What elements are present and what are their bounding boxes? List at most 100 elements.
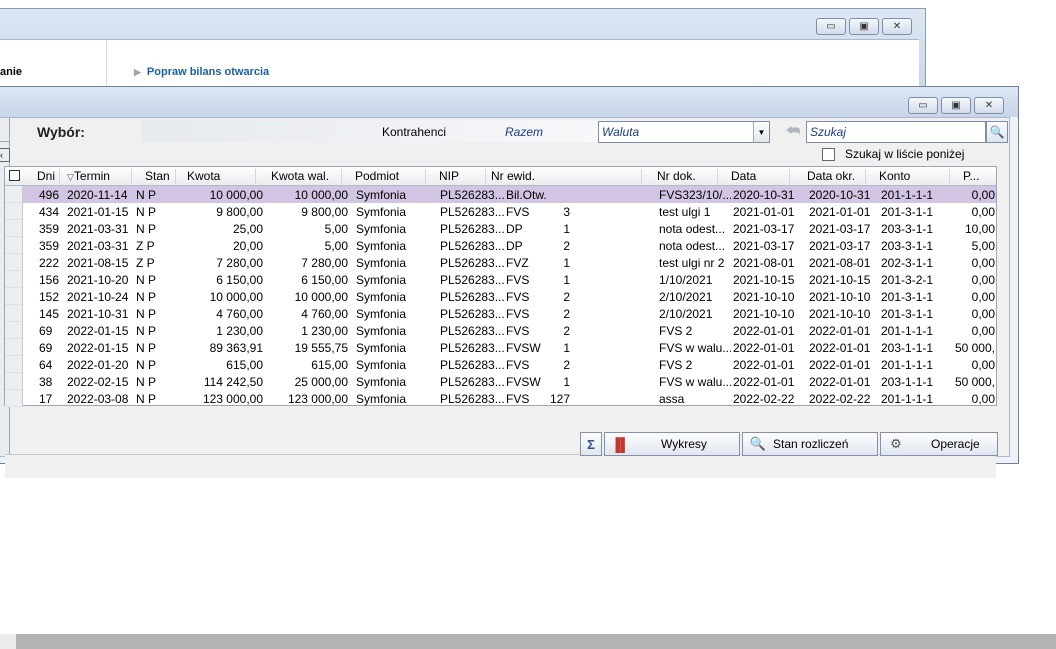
row-selector[interactable] — [5, 237, 23, 254]
popraw-bilans-link[interactable]: ▶ Popraw bilans otwarcia — [134, 66, 269, 78]
row-selector[interactable] — [5, 203, 23, 220]
col-dni[interactable]: Dni — [37, 169, 55, 183]
cell-stan: N P — [136, 188, 157, 202]
col-kwota-wal[interactable]: Kwota wal. — [271, 169, 329, 183]
horizontal-scrollbar[interactable] — [0, 634, 1056, 649]
cell-data: 2021-03-17 — [733, 239, 795, 253]
close-icon[interactable]: ✕ — [882, 18, 912, 35]
row-selector[interactable] — [5, 390, 23, 407]
cell-stan: N P — [136, 392, 157, 406]
table-row[interactable]: 434 2021-01-15 N P 9 800,00 9 800,00 Symfonia… — [5, 203, 996, 220]
table-row[interactable]: 156 2021-10-20 N P 6 150,00 6 150,00 Symfonia… — [5, 271, 996, 288]
cell-termin: 2022-01-15 — [67, 324, 129, 338]
col-termin[interactable]: ▽Termin — [67, 169, 110, 183]
cell-ewid-nr: 127 — [549, 392, 570, 406]
col-nr-dok[interactable]: Nr dok. — [657, 169, 696, 183]
row-selector[interactable] — [5, 220, 23, 237]
cell-nip: PL526283... — [440, 256, 505, 270]
razem-label[interactable]: Razem — [505, 125, 543, 139]
row-selector[interactable] — [5, 356, 23, 373]
table-row[interactable]: 69 2022-01-15 N P 1 230,00 1 230,00 Symfonia P… — [5, 322, 996, 339]
cell-nr-dok: FVS 2 — [659, 324, 693, 338]
cell-data-okr: 2022-01-01 — [809, 341, 871, 355]
cell-data: 2022-01-01 — [733, 375, 795, 389]
cell-dni: 145 — [39, 307, 60, 321]
col-nr-ewid[interactable]: Nr ewid. — [491, 169, 535, 183]
col-data-okr[interactable]: Data okr. — [807, 169, 855, 183]
cell-termin: 2021-10-20 — [67, 273, 129, 287]
cell-stan: Z P — [136, 256, 155, 270]
table-row[interactable]: 359 2021-03-31 Z P 20,00 5,00 Symfonia PL52628… — [5, 237, 996, 254]
cell-nr-dok: FVS w walu... — [659, 341, 731, 355]
row-selector[interactable] — [5, 271, 23, 288]
table-row[interactable]: 222 2021-08-15 Z P 7 280,00 7 280,00 Symfonia… — [5, 254, 996, 271]
sum-button[interactable]: Σ — [580, 432, 602, 456]
cell-konto: 201-3-1-1 — [881, 290, 934, 304]
col-podmiot[interactable]: Podmiot — [355, 169, 399, 183]
cell-data-okr: 2021-10-10 — [809, 307, 871, 321]
wybor-label: Wybór: — [37, 124, 85, 140]
row-selector[interactable] — [5, 254, 23, 271]
table-row[interactable]: 38 2022-02-15 N P 114 242,50 25 000,00 Symfon… — [5, 373, 996, 390]
kontrahenci-label[interactable]: Kontrahenci — [382, 125, 446, 139]
cell-p: 0,00 — [971, 256, 995, 270]
cell-ewid-nr: 1 — [563, 273, 570, 287]
search-in-list-option[interactable]: Szukaj w liście poniżej — [822, 147, 964, 161]
maximize-icon[interactable]: ▣ — [941, 97, 971, 114]
table-row[interactable]: 64 2022-01-20 N P 615,00 615,00 Symfonia PL526… — [5, 356, 996, 373]
cell-ewid-nr: 1 — [563, 222, 570, 236]
col-stan[interactable]: Stan — [145, 169, 170, 183]
cell-podmiot: Symfonia — [356, 222, 407, 236]
wykresy-button[interactable]: ▐▌ Wykresy — [604, 432, 740, 456]
cell-stan: N P — [136, 307, 157, 321]
waluta-select[interactable]: Waluta ▼ — [598, 121, 770, 143]
col-konto[interactable]: Konto — [879, 169, 910, 183]
cell-data: 2022-02-22 — [733, 392, 795, 406]
back-arrow-icon[interactable]: ⮪ — [782, 121, 804, 143]
table-row[interactable]: 17 2022-03-08 N P 123 000,00 123 000,00 Symfo… — [5, 390, 996, 407]
table-row[interactable]: 152 2021-10-24 N P 10 000,00 10 000,00 Symfon… — [5, 288, 996, 305]
col-data[interactable]: Data — [731, 169, 756, 183]
col-kwota[interactable]: Kwota — [187, 169, 220, 183]
row-selector[interactable] — [5, 288, 23, 305]
cell-data: 2021-01-01 — [733, 205, 795, 219]
row-selector[interactable] — [5, 305, 23, 322]
cell-termin: 2021-03-31 — [67, 239, 129, 253]
cell-nr-dok: nota odest... — [659, 222, 726, 236]
table-row[interactable]: 69 2022-01-15 N P 89 363,91 19 555,75 Symfoni… — [5, 339, 996, 356]
table-row[interactable]: 496 2020-11-14 N P 10 000,00 10 000,00 Symfon… — [5, 186, 996, 203]
row-selector[interactable] — [5, 322, 23, 339]
row-selector[interactable] — [5, 373, 23, 390]
gear-icon: ⚙ — [890, 436, 902, 451]
left-strip-collapse-icon[interactable]: ‹ — [0, 148, 10, 162]
cell-kwota-wal: 123 000,00 — [287, 392, 348, 406]
cell-p: 50 000, — [954, 341, 995, 355]
cell-konto: 201-1-1-1 — [881, 324, 934, 338]
cell-kwota-wal: 19 555,75 — [294, 341, 348, 355]
chevron-down-icon[interactable]: ▼ — [753, 122, 769, 142]
cell-data-okr: 2022-01-01 — [809, 375, 871, 389]
operacje-button[interactable]: ⚙ Operacje — [880, 432, 998, 456]
cell-dni: 222 — [39, 256, 60, 270]
stan-rozliczen-button[interactable]: 🔍 Stan rozliczeń — [742, 432, 878, 456]
col-p[interactable]: P... — [963, 169, 979, 183]
maximize-icon[interactable]: ▣ — [849, 18, 879, 35]
table-row[interactable]: 359 2021-03-31 N P 25,00 5,00 Symfonia PL52628… — [5, 220, 996, 237]
row-selector[interactable] — [5, 339, 23, 356]
row-selector[interactable] — [5, 186, 23, 203]
minimize-icon[interactable]: ▭ — [908, 97, 938, 114]
cell-p: 0,00 — [971, 307, 995, 321]
search-input[interactable]: Szukaj — [806, 121, 986, 143]
close-icon[interactable]: ✕ — [974, 97, 1004, 114]
cell-kwota: 10 000,00 — [209, 290, 263, 304]
search-icon[interactable]: 🔍 — [986, 121, 1008, 143]
scrollbar-left-segment[interactable] — [0, 634, 16, 649]
table-row[interactable]: 145 2021-10-31 N P 4 760,00 4 760,00 Symfonia… — [5, 305, 996, 322]
minimize-icon[interactable]: ▭ — [816, 18, 846, 35]
cell-kwota: 9 800,00 — [216, 205, 263, 219]
search-in-list-checkbox[interactable] — [822, 147, 835, 161]
select-all-checkbox[interactable] — [9, 170, 20, 181]
cell-kwota-wal: 6 150,00 — [301, 273, 348, 287]
cell-nip: PL526283... — [440, 341, 505, 355]
col-nip[interactable]: NIP — [439, 169, 459, 183]
